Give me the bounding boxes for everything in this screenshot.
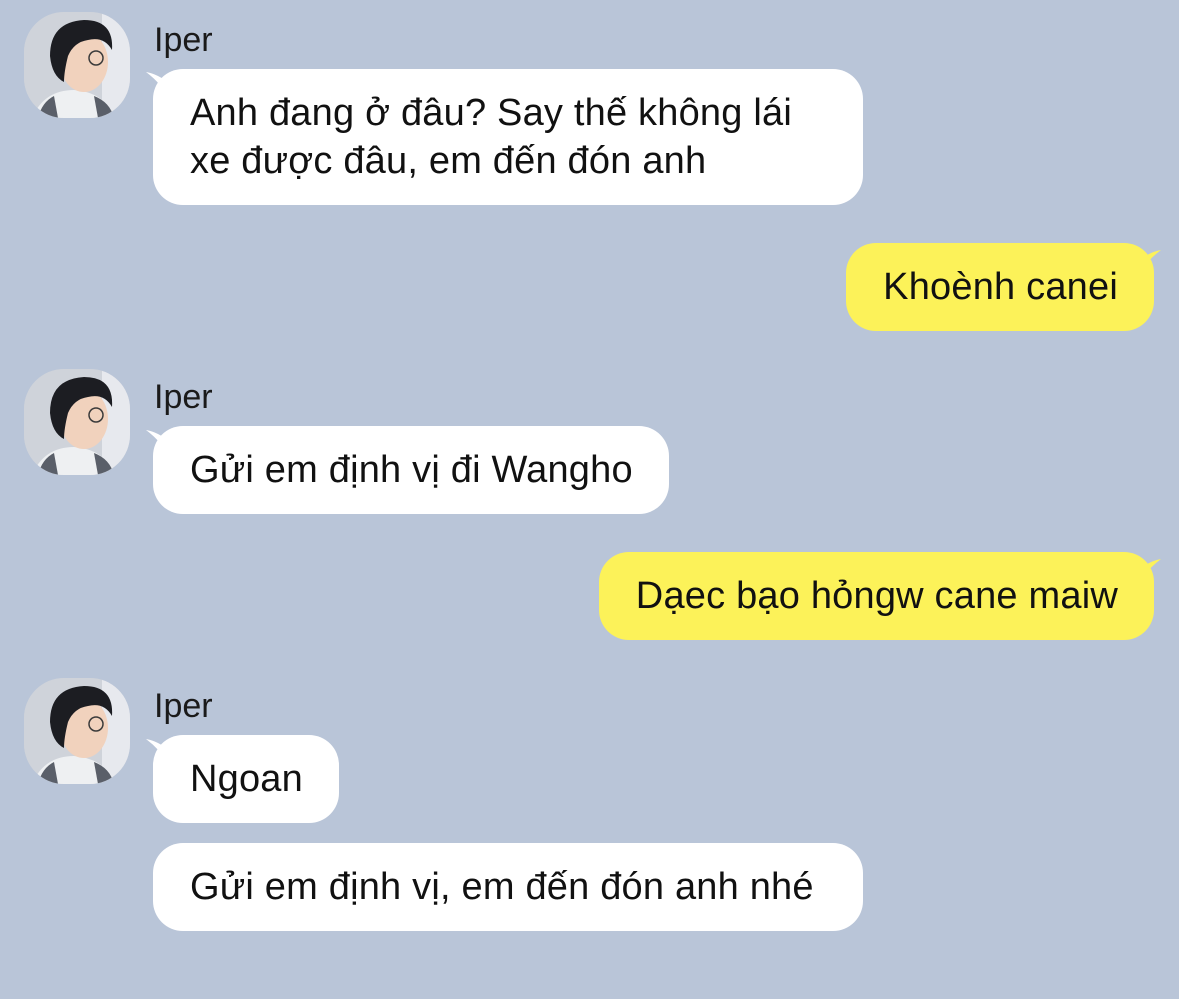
contact-avatar[interactable] [24,678,130,784]
contact-avatar[interactable] [24,12,130,118]
avatar-photo [24,678,130,784]
message-text: Anh đang ở đâu? Say thế không lái xe đượ… [190,92,792,182]
message-text: Ngoan [190,758,303,800]
message-text: Dạec bạo hỏngw cane maiw [635,575,1118,617]
sender-name: Iper [154,687,213,725]
outgoing-message-bubble[interactable]: Dạec bạo hỏngw cane maiw [598,552,1154,640]
incoming-message-bubble[interactable]: Ngoan [153,735,339,823]
sender-name: Iper [154,21,213,59]
sender-name: Iper [154,378,213,416]
avatar-photo [24,12,130,118]
message-text: Khoènh canei [883,266,1118,308]
chat-screen: { "contact": { "name": "Iper" }, "colors… [0,0,1179,999]
avatar-photo [24,369,130,475]
incoming-message-bubble[interactable]: Anh đang ở đâu? Say thế không lái xe đượ… [153,69,863,205]
incoming-message-bubble[interactable]: Gửi em định vị đi Wangho [153,426,669,514]
outgoing-message-bubble[interactable]: Khoènh canei [846,243,1154,331]
message-text: Gửi em định vị, em đến đón anh nhé [190,866,814,908]
message-text: Gửi em định vị đi Wangho [190,449,633,491]
incoming-message-bubble[interactable]: Gửi em định vị, em đến đón anh nhé [153,843,863,931]
contact-avatar[interactable] [24,369,130,475]
